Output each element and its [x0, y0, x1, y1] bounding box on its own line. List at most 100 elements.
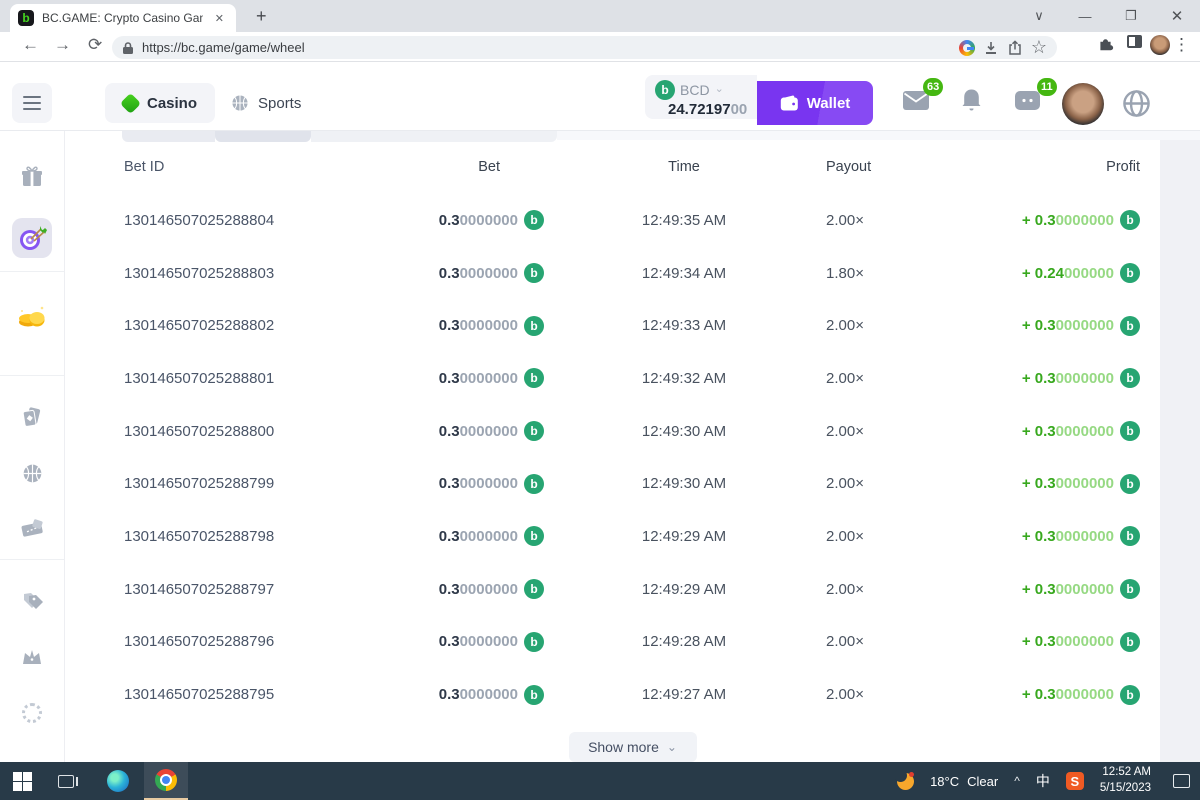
- edge-icon: [107, 770, 129, 792]
- table-row[interactable]: 130146507025288796 0.30000000 b 12:49:28…: [124, 616, 1140, 669]
- language-globe-icon[interactable]: [1122, 89, 1151, 118]
- table-row[interactable]: 130146507025288799 0.30000000 b 12:49:30…: [124, 457, 1140, 510]
- table-row[interactable]: 130146507025288801 0.30000000 b 12:49:32…: [124, 352, 1140, 405]
- address-bar[interactable]: https://bc.game/game/wheel ☆: [112, 36, 1057, 59]
- weather-clear-night-icon[interactable]: [897, 773, 914, 790]
- new-tab-button[interactable]: +: [248, 4, 275, 29]
- crown-icon: [21, 648, 43, 666]
- table-row[interactable]: 130146507025288797 0.30000000 b 12:49:29…: [124, 563, 1140, 616]
- bet-id-cell: 130146507025288801: [124, 370, 374, 387]
- sogou-input-icon[interactable]: S: [1066, 772, 1084, 790]
- bet-id-cell: 130146507025288799: [124, 475, 374, 492]
- header-bet-id: Bet ID: [124, 159, 374, 175]
- bcd-coin-icon: b: [1120, 368, 1140, 388]
- download-icon[interactable]: [983, 40, 999, 56]
- time-cell: 12:49:29 AM: [544, 528, 824, 545]
- taskbar-clock[interactable]: 12:52 AM 5/15/2023: [1100, 765, 1151, 796]
- payout-cell: 2.00×: [824, 423, 924, 440]
- time-cell: 12:49:30 AM: [544, 423, 824, 440]
- window-caret-icon[interactable]: ∨: [1016, 8, 1062, 24]
- profit-cell: + 0.30000000 b: [924, 632, 1140, 652]
- bcd-coin-icon: b: [524, 316, 544, 336]
- basketball-icon: [22, 463, 43, 484]
- url-text[interactable]: https://bc.game/game/wheel: [142, 40, 951, 55]
- side-panel-icon[interactable]: [1127, 35, 1142, 48]
- weather-condition: Clear: [967, 774, 998, 789]
- table-row[interactable]: 130146507025288800 0.30000000 b 12:49:30…: [124, 405, 1140, 458]
- bcd-coin-icon: b: [1120, 526, 1140, 546]
- sidebar-item-casino[interactable]: [12, 397, 52, 437]
- browser-menu-kebab-icon[interactable]: ⋮: [1173, 35, 1190, 55]
- weather-widget[interactable]: 18°C Clear: [930, 774, 998, 789]
- sidebar-item-vip[interactable]: [12, 637, 52, 677]
- tab-close-icon[interactable]: ✕: [211, 10, 228, 27]
- ticket-icon: [20, 519, 44, 539]
- bet-history-table: Bet ID Bet Time Payout Profit 1301465070…: [124, 149, 1140, 721]
- window-restore-button[interactable]: ❐: [1108, 8, 1154, 24]
- sidebar-item-wheel-active[interactable]: [12, 218, 52, 258]
- sidebar-toggle-button[interactable]: [12, 83, 52, 123]
- tab-sports[interactable]: Sports: [213, 83, 319, 123]
- sidebar-item-sports[interactable]: [12, 453, 52, 493]
- reload-icon[interactable]: ⟳: [88, 35, 102, 55]
- sidebar-item-promotions[interactable]: [12, 581, 52, 621]
- currency-code: BCD: [680, 82, 710, 98]
- task-view-icon: [58, 775, 74, 788]
- history-tabs-partial[interactable]: [65, 131, 1200, 143]
- window-close-button[interactable]: ✕: [1154, 7, 1200, 25]
- profit-cell: + 0.30000000 b: [924, 579, 1140, 599]
- start-button[interactable]: [0, 762, 44, 800]
- table-row[interactable]: 130146507025288803 0.30000000 b 12:49:34…: [124, 247, 1140, 300]
- forward-icon[interactable]: →: [54, 35, 71, 55]
- share-icon[interactable]: [1007, 40, 1023, 56]
- bet-amount-cell: 0.30000000 b: [374, 685, 544, 705]
- time-cell: 12:49:32 AM: [544, 370, 824, 387]
- tags-icon: [21, 591, 44, 612]
- messages-icon[interactable]: [903, 91, 929, 110]
- show-more-button[interactable]: Show more ⌄: [569, 732, 697, 762]
- gift-icon: [21, 166, 43, 188]
- currency-selector[interactable]: b BCD ⌄ 24.7219700: [645, 75, 757, 119]
- bcd-coin-icon: b: [524, 210, 544, 230]
- profit-cell: + 0.30000000 b: [924, 316, 1140, 336]
- casino-cards-icon: [21, 406, 43, 428]
- chrome-icon: [155, 769, 177, 791]
- notifications-bell-icon[interactable]: [961, 88, 982, 112]
- window-minimize-button[interactable]: —: [1062, 9, 1108, 24]
- task-view-button[interactable]: [44, 762, 88, 800]
- action-center-icon[interactable]: [1173, 774, 1190, 788]
- table-row[interactable]: 130146507025288802 0.30000000 b 12:49:33…: [124, 299, 1140, 352]
- wallet-button[interactable]: Wallet: [757, 81, 873, 125]
- sidebar-item-fairness[interactable]: [12, 693, 52, 733]
- payout-cell: 2.00×: [824, 370, 924, 387]
- browser-tab[interactable]: b BC.GAME: Crypto Casino Games ✕: [10, 4, 236, 32]
- bet-amount-cell: 0.30000000 b: [374, 526, 544, 546]
- edge-taskbar-button[interactable]: [96, 762, 140, 800]
- extensions-icon[interactable]: [1097, 35, 1114, 52]
- chat-icon[interactable]: [1015, 91, 1040, 112]
- casino-icon: [120, 92, 141, 113]
- header-bet: Bet: [374, 159, 544, 175]
- clock-time: 12:52 AM: [1102, 766, 1151, 778]
- dots-ring-icon: [22, 703, 42, 723]
- chrome-taskbar-button[interactable]: [144, 762, 188, 800]
- bcd-coin-icon: b: [524, 579, 544, 599]
- browser-profile-avatar[interactable]: [1150, 35, 1170, 55]
- back-icon[interactable]: ←: [22, 35, 39, 55]
- ime-indicator[interactable]: 中: [1036, 771, 1050, 791]
- table-row[interactable]: 130146507025288795 0.30000000 b 12:49:27…: [124, 668, 1140, 721]
- bcd-coin-icon: b: [1120, 685, 1140, 705]
- tray-chevron-up-icon[interactable]: ^: [1014, 774, 1020, 788]
- google-icon[interactable]: [959, 40, 975, 56]
- time-cell: 12:49:29 AM: [544, 581, 824, 598]
- tab-casino[interactable]: Casino: [105, 83, 215, 123]
- bcd-coin-icon: b: [524, 474, 544, 494]
- table-row[interactable]: 130146507025288804 0.30000000 b 12:49:35…: [124, 194, 1140, 247]
- sidebar-item-bonus[interactable]: [12, 157, 52, 197]
- sidebar-item-lottery[interactable]: [12, 509, 52, 549]
- sidebar-item-rewards[interactable]: [12, 296, 52, 336]
- profit-cell: + 0.30000000 b: [924, 368, 1140, 388]
- user-avatar[interactable]: [1062, 83, 1104, 125]
- table-row[interactable]: 130146507025288798 0.30000000 b 12:49:29…: [124, 510, 1140, 563]
- bookmark-star-icon[interactable]: ☆: [1031, 37, 1047, 58]
